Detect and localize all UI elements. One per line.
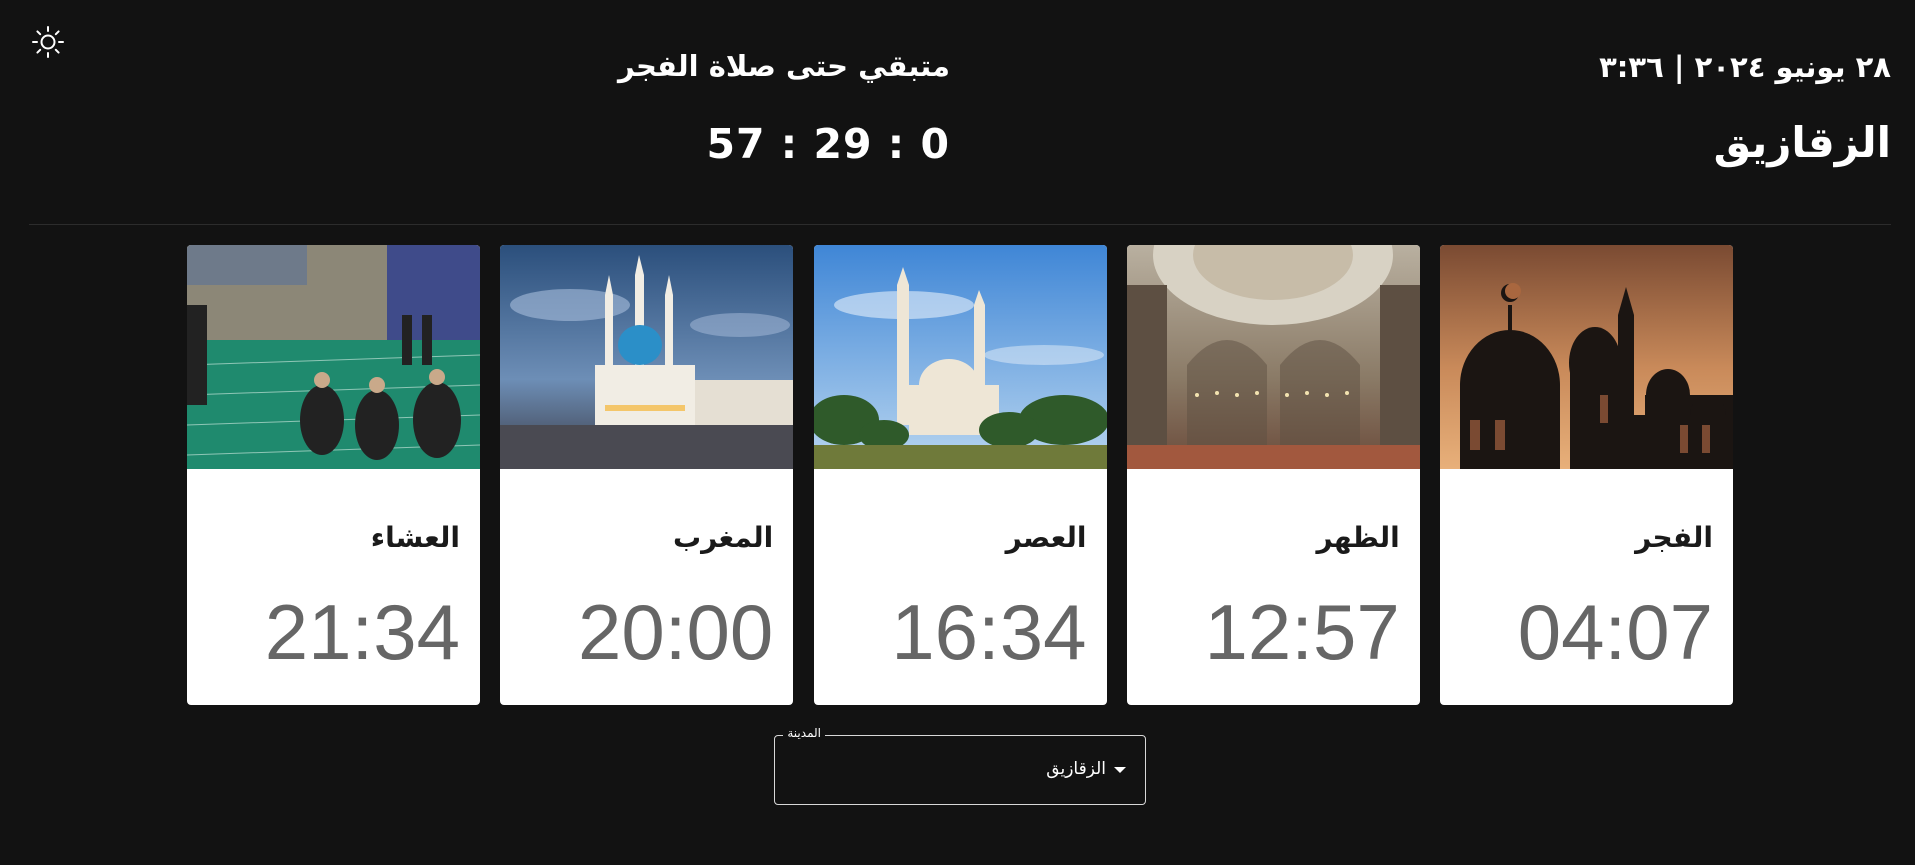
prayer-time: 21:34 (264, 588, 460, 676)
city-select-value: الزقازيق (1046, 759, 1106, 779)
prayer-card-fajr: الفجر 04:07 (1440, 245, 1733, 705)
prayer-name: الظهر (1316, 521, 1400, 554)
caret-down-icon (1114, 767, 1126, 773)
city-title: الزقازيق (1713, 118, 1891, 167)
countdown-timer: 57 : 29 : 0 (706, 120, 950, 168)
prayer-name: المغرب (673, 521, 774, 554)
prayer-cards: الفجر 04:07 الظهر 12:57 العصر 16:34 المغ… (187, 245, 1733, 705)
theme-toggle-button[interactable] (28, 22, 68, 62)
prayer-time: 20:00 (578, 588, 774, 676)
city-select-label: المدينة (783, 726, 825, 740)
prayer-name: الفجر (1635, 521, 1713, 554)
sun-icon (32, 26, 64, 58)
prayer-time: 12:57 (1204, 588, 1400, 676)
white-mosque-palms-image (813, 245, 1107, 469)
mosque-interior-dome-image (1126, 245, 1420, 469)
prayer-time: 16:34 (891, 588, 1087, 676)
city-select[interactable]: المدينة الزقازيق (774, 726, 1146, 805)
date-time: ٢٨ يونيو ٢٠٢٤ | ٣:٣٦ (1599, 50, 1891, 84)
prayer-card-dhuhr: الظهر 12:57 (1126, 245, 1420, 705)
prayer-card-maghrib: المغرب 20:00 (500, 245, 794, 705)
people-praying-in-mosque-image (187, 245, 480, 469)
blue-dome-mosque-dusk-image (500, 245, 794, 469)
mosque-silhouette-sunset-image (1440, 245, 1733, 469)
prayer-name: العصر (1005, 521, 1087, 554)
prayer-card-asr: العصر 16:34 (813, 245, 1107, 705)
prayer-name: العشاء (370, 521, 460, 554)
remaining-label: متبقي حتى صلاة الفجر (617, 49, 950, 83)
prayer-time: 04:07 (1517, 588, 1713, 676)
header-divider (29, 224, 1891, 225)
prayer-card-isha: العشاء 21:34 (187, 245, 480, 705)
